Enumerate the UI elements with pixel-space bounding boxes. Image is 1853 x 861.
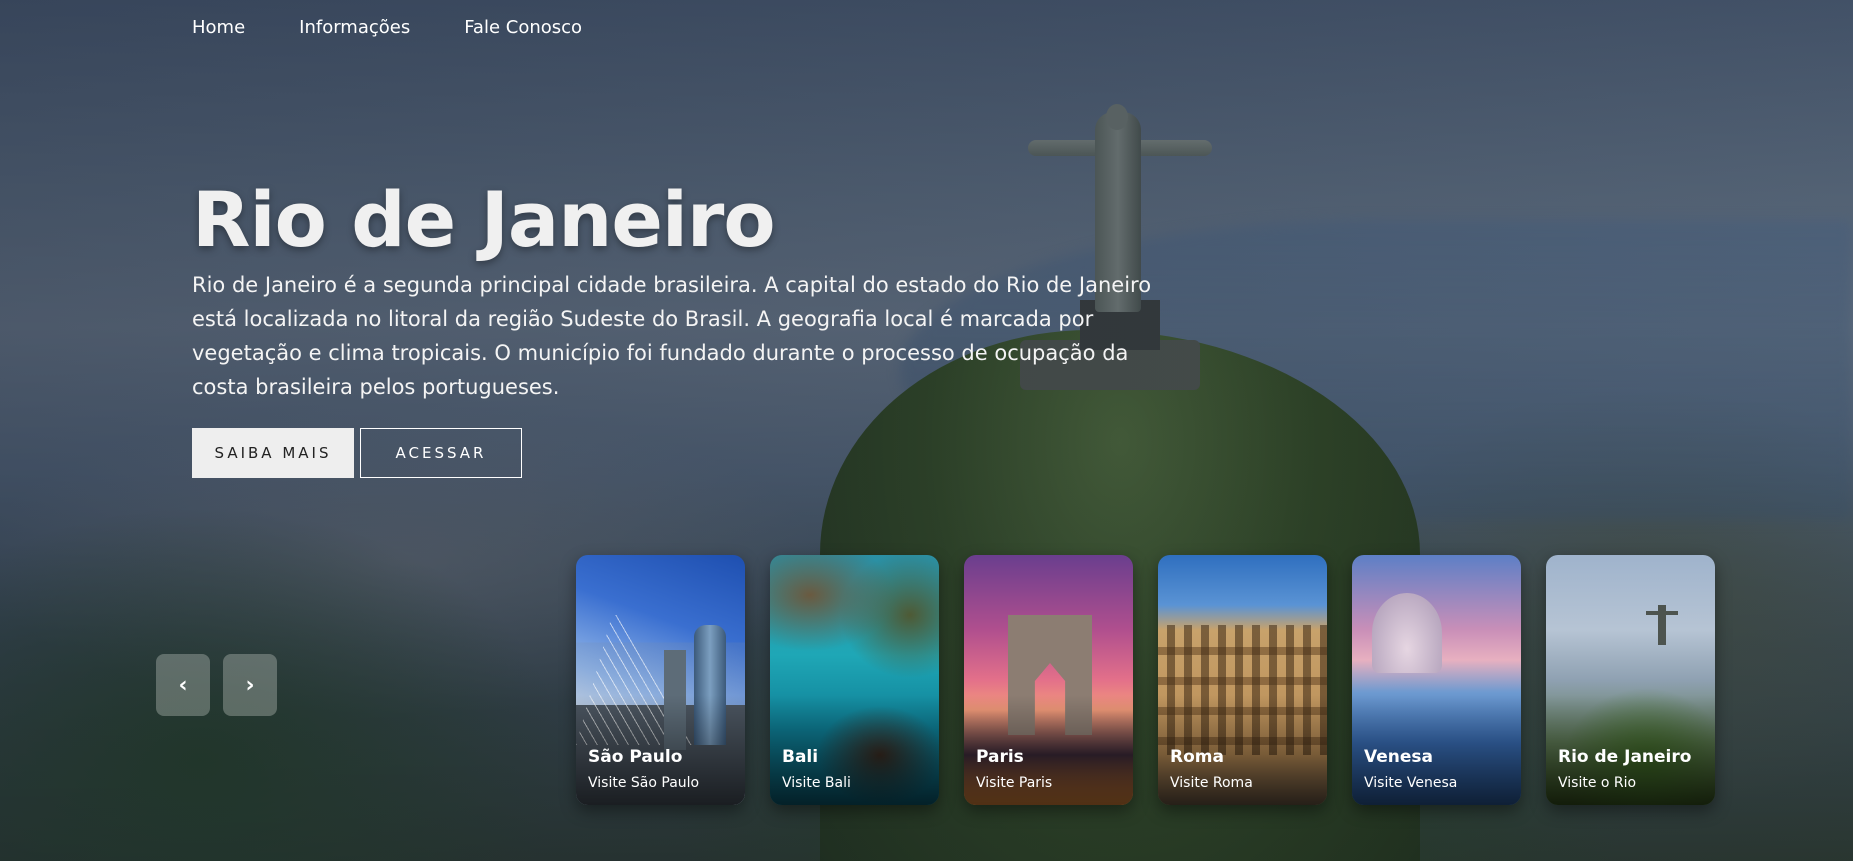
hero-buttons: SAIBA MAIS ACESSAR bbox=[192, 428, 1152, 478]
hero-description: Rio de Janeiro é a segunda principal cid… bbox=[192, 273, 1152, 399]
next-arrow-button[interactable]: › bbox=[223, 654, 277, 716]
main-nav: Home Informações Fale Conosco bbox=[192, 17, 582, 38]
acessar-button[interactable]: ACESSAR bbox=[360, 428, 522, 478]
statue-body bbox=[1658, 605, 1666, 645]
card-title: Venesa bbox=[1364, 747, 1433, 767]
card-sao-paulo[interactable]: São Paulo Visite São Paulo bbox=[576, 555, 745, 805]
card-subtitle: Visite São Paulo bbox=[588, 775, 700, 791]
card-title: Paris bbox=[976, 747, 1024, 767]
card-paris[interactable]: Paris Visite Paris bbox=[964, 555, 1133, 805]
card-subtitle: Visite Paris bbox=[976, 775, 1053, 791]
hero-title: Rio de Janeiro bbox=[192, 175, 776, 264]
card-title: Rio de Janeiro bbox=[1558, 747, 1692, 767]
card-venesa[interactable]: Venesa Visite Venesa bbox=[1352, 555, 1521, 805]
chevron-left-icon: ‹ bbox=[178, 672, 188, 698]
prev-arrow-button[interactable]: ‹ bbox=[156, 654, 210, 716]
card-subtitle: Visite Roma bbox=[1170, 775, 1253, 791]
basilica-dome bbox=[1372, 593, 1442, 673]
card-subtitle: Visite o Rio bbox=[1558, 775, 1637, 791]
card-title: São Paulo bbox=[588, 747, 683, 767]
card-bali[interactable]: Bali Visite Bali bbox=[770, 555, 939, 805]
chevron-right-icon: › bbox=[245, 672, 255, 698]
card-subtitle: Visite Bali bbox=[782, 775, 851, 791]
hero-section: Rio de Janeiro Rio de Janeiro é a segund… bbox=[192, 180, 1152, 478]
nav-informacoes[interactable]: Informações bbox=[299, 17, 410, 38]
card-title: Bali bbox=[782, 747, 819, 767]
destination-cards: São Paulo Visite São Paulo Bali Visite B… bbox=[576, 555, 1715, 805]
card-title: Roma bbox=[1170, 747, 1224, 767]
slider-controls: ‹ › bbox=[156, 654, 277, 716]
nav-home[interactable]: Home bbox=[192, 17, 245, 38]
card-roma[interactable]: Roma Visite Roma bbox=[1158, 555, 1327, 805]
nav-fale-conosco[interactable]: Fale Conosco bbox=[464, 17, 582, 38]
card-rio-de-janeiro[interactable]: Rio de Janeiro Visite o Rio bbox=[1546, 555, 1715, 805]
card-subtitle: Visite Venesa bbox=[1364, 775, 1458, 791]
saiba-mais-button[interactable]: SAIBA MAIS bbox=[192, 428, 354, 478]
